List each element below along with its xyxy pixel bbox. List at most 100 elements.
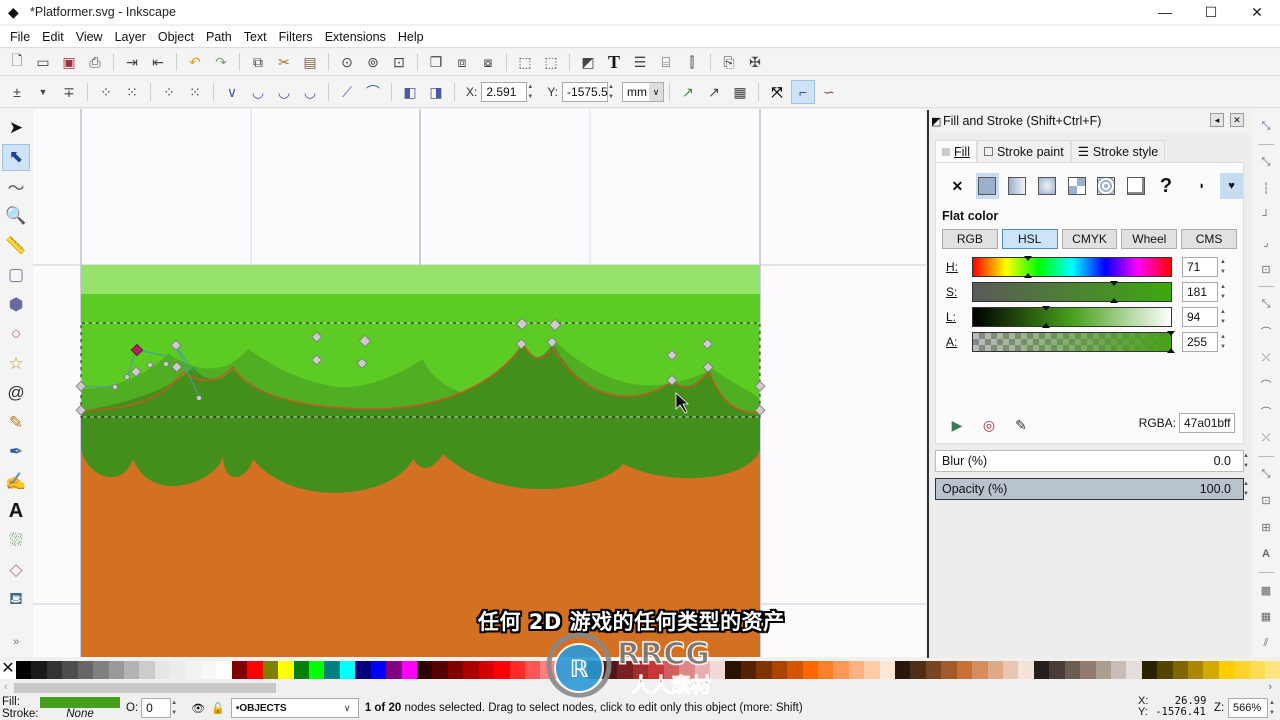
palette-swatch[interactable] [1110,661,1127,679]
edit-clip-path-icon[interactable]: ↗ [702,80,726,104]
palette-swatch[interactable] [833,661,849,679]
edit-mask-icon[interactable]: ▦ [728,80,752,104]
mode-cms[interactable]: CMS [1181,229,1237,249]
scroll-right-icon[interactable]: › [1268,681,1272,693]
palette-swatch[interactable] [817,661,834,679]
join-segment-icon[interactable]: ⁘ [157,80,181,104]
palette-swatch[interactable] [1064,661,1081,679]
palette-swatch[interactable] [1095,661,1111,679]
open-icon[interactable]: ▭ [31,50,55,74]
palette-swatch[interactable] [16,661,32,679]
paint-bucket-tool-icon[interactable]: ⛾ [2,586,30,614]
palette-swatch[interactable] [31,661,47,679]
lightness-spinner[interactable]: ▲ ▼ [1220,307,1230,327]
snap-rotation-center-icon[interactable]: ⊞ [1255,517,1277,538]
palette-swatch[interactable] [1049,661,1065,679]
paste-icon[interactable]: ▤ [298,50,322,74]
undo-icon[interactable]: ↶ [183,50,207,74]
mode-wheel[interactable]: Wheel [1121,229,1178,249]
insert-node-dropdown-icon[interactable]: ▼ [31,80,55,104]
blur-slider[interactable]: Blur (%) 0.0 ▲ ▼ [935,450,1249,472]
opacity-input[interactable]: 0 [141,698,172,718]
ellipse-tool-icon[interactable]: ○ [2,321,30,349]
layer-select[interactable]: •OBJECTS ∨ [230,698,359,718]
tweak-tool-icon[interactable]: 〜 [2,173,30,201]
palette-swatch[interactable] [864,661,880,679]
palette-swatch[interactable] [416,661,433,679]
segment-curve-icon[interactable]: ⌒ [361,80,385,104]
snap-bbox-center-icon[interactable]: ⊡ [1255,259,1277,280]
object-to-path-icon[interactable]: ◧ [398,80,422,104]
fill-color-swatch[interactable] [40,696,120,708]
layer-visibility-icon[interactable]: 👁 [191,702,205,715]
palette-swatch[interactable] [1172,661,1189,679]
unlink-clone-icon[interactable]: ⧇ [476,50,500,74]
cusp-node-icon[interactable]: ∨ [220,80,244,104]
document-properties-icon[interactable]: ⎘ [717,50,741,74]
color-managed-icon[interactable]: ▶ [945,413,969,437]
star-tool-icon[interactable]: ☆ [2,350,30,378]
alpha-marker[interactable] [1167,331,1175,336]
palette-swatch[interactable] [478,661,495,679]
palette-swatch[interactable] [787,661,803,679]
palette-swatch[interactable] [216,661,232,679]
clone-icon[interactable]: ⧈ [450,50,474,74]
menu-extensions[interactable]: Extensions [319,30,392,44]
segment-line-icon[interactable]: ⟋ [335,80,359,104]
palette-swatch[interactable] [925,661,942,679]
maximize-button[interactable]: ☐ [1188,0,1234,24]
import-icon[interactable]: ⇥ [120,50,144,74]
flat-color-button[interactable] [975,173,999,199]
palette-swatch[interactable] [185,661,202,679]
menu-file[interactable]: File [4,30,36,44]
fill-rule-nonzero-button[interactable]: ♥ [1220,173,1243,199]
palette-none-swatch[interactable]: ✕ [0,661,16,679]
snap-nodes-icon[interactable]: ⤡ [1255,294,1277,315]
eraser-tool-icon[interactable]: ◇ [2,557,30,585]
palette-swatch[interactable] [895,661,911,679]
snap-object-center-icon[interactable]: ⊡ [1255,491,1277,512]
unset-paint-button[interactable]: ? [1155,173,1178,199]
smooth-node-icon[interactable]: ◡ [246,80,270,104]
zoom-spinner[interactable]: ▲ ▼ [1269,698,1279,718]
opacity-slider[interactable]: Opacity (%) 100.0 ▲ ▼ [935,478,1249,500]
palette-swatch[interactable] [46,661,63,679]
palette-swatch[interactable] [972,661,988,679]
palette-swatch[interactable] [941,661,957,679]
show-transform-handles-icon[interactable]: ⤧ [765,80,789,104]
mesh-gradient-button[interactable] [1065,173,1088,199]
menu-text[interactable]: Text [238,30,273,44]
hue-marker[interactable] [1024,256,1033,261]
saturation-slider[interactable] [972,281,1172,303]
lightness-marker[interactable] [1042,306,1051,311]
palette-swatch[interactable] [1003,661,1019,679]
close-button[interactable]: ✕ [1234,0,1280,24]
palette-swatch[interactable] [463,661,479,679]
palette-swatch[interactable] [987,661,1003,679]
lightness-value-input[interactable]: 94 [1182,307,1218,327]
palette-swatch[interactable] [355,661,371,679]
mode-rgb[interactable]: RGB [942,229,998,249]
new-document-icon[interactable]: 🗋 [5,50,29,74]
drawing-canvas[interactable] [33,109,926,657]
duplicate-icon[interactable]: ❐ [424,50,448,74]
text-tool-icon[interactable]: A [2,498,30,526]
alpha-spinner[interactable]: ▲ ▼ [1220,332,1230,352]
delete-node-icon[interactable]: ∓ [57,80,81,104]
join-nodes-icon[interactable]: ⁘ [94,80,118,104]
palette-swatch[interactable] [910,661,926,679]
export-icon[interactable]: ⇤ [146,50,170,74]
auto-smooth-node-icon[interactable]: ◡ [298,80,322,104]
zoom-input[interactable]: 566% [1228,698,1268,718]
cut-icon[interactable]: ✂ [272,50,296,74]
palette-swatch[interactable] [1249,661,1266,679]
spiral-tool-icon[interactable]: @ [2,380,30,408]
hue-spinner[interactable]: ▲ ▼ [1220,257,1230,277]
node-tool-icon[interactable]: ⬉ [2,143,30,172]
zoom-drawing-icon[interactable]: ⊚ [361,50,385,74]
zoom-selection-icon[interactable]: ⊙ [335,50,359,74]
snap-text-baseline-icon[interactable]: A [1255,544,1277,565]
palette-swatch[interactable] [524,661,541,679]
dialog-iconify-button[interactable]: ◂ [1210,113,1224,127]
palette-swatch[interactable] [1126,661,1142,679]
